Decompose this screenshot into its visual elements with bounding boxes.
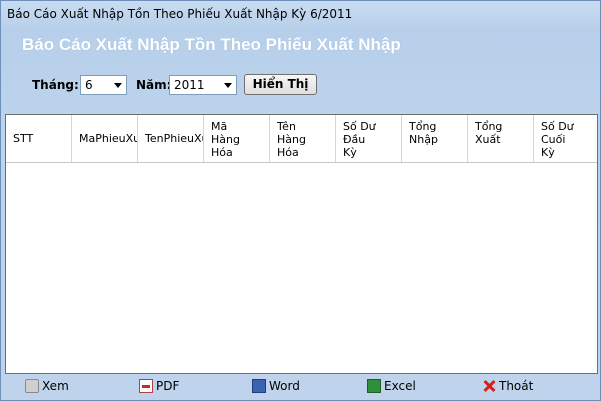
month-label: Tháng: xyxy=(32,78,79,92)
window-title: Báo Cáo Xuất Nhập Tồn Theo Phiếu Xuất Nh… xyxy=(7,7,353,21)
chevron-down-icon[interactable] xyxy=(114,83,122,88)
pdf-icon xyxy=(139,379,153,393)
exit-label: Thoát xyxy=(499,379,534,393)
column-header-tong-nhap[interactable]: Tổng Nhập xyxy=(402,115,468,162)
column-header-ma-hang-hoa[interactable]: Mã Hàng Hóa xyxy=(204,115,270,162)
word-button[interactable]: Word xyxy=(252,379,300,397)
show-button[interactable]: Hiển Thị xyxy=(244,74,317,95)
month-select[interactable]: 6 xyxy=(80,75,127,95)
close-icon xyxy=(482,379,496,393)
month-value: 6 xyxy=(85,78,93,92)
column-header-ma-phieu-xuat[interactable]: MaPhieuXuất xyxy=(72,115,138,162)
column-header-so-du-cuoi-ky[interactable]: Số Dư Cuối Kỳ xyxy=(534,115,597,162)
excel-button[interactable]: Excel xyxy=(367,379,416,397)
report-table[interactable]: STT MaPhieuXuất TenPhieuXuất Mã Hàng Hóa… xyxy=(5,114,598,374)
pdf-label: PDF xyxy=(156,379,180,393)
column-header-stt[interactable]: STT xyxy=(6,115,72,162)
column-header-so-du-dau-ky[interactable]: Số Dư Đầu Kỳ xyxy=(336,115,402,162)
bottom-toolbar: Xem PDF Word Excel Thoát xyxy=(1,377,600,399)
page-title: Báo Cáo Xuất Nhập Tồn Theo Phiếu Xuất Nh… xyxy=(22,35,401,54)
column-header-tong-xuat[interactable]: Tổng Xuất xyxy=(468,115,534,162)
word-label: Word xyxy=(269,379,300,393)
chevron-down-icon[interactable] xyxy=(224,83,232,88)
table-header: STT MaPhieuXuất TenPhieuXuất Mã Hàng Hóa… xyxy=(6,115,597,163)
printer-icon xyxy=(25,379,39,393)
exit-button[interactable]: Thoát xyxy=(482,379,533,397)
excel-label: Excel xyxy=(384,379,416,393)
print-label: Xem xyxy=(42,379,69,393)
year-value: 2011 xyxy=(174,78,205,92)
column-header-ten-hang-hoa[interactable]: Tên Hàng Hóa xyxy=(270,115,336,162)
pdf-button[interactable]: PDF xyxy=(139,379,179,397)
word-icon xyxy=(252,379,266,393)
filter-bar: Tháng: 6 Năm: 2011 Hiển Thị xyxy=(1,73,600,97)
excel-icon xyxy=(367,379,381,393)
column-header-ten-phieu-xuat[interactable]: TenPhieuXuất xyxy=(138,115,204,162)
year-select[interactable]: 2011 xyxy=(169,75,237,95)
print-button[interactable]: Xem xyxy=(25,379,69,397)
report-window: Báo Cáo Xuất Nhập Tồn Theo Phiếu Xuất Nh… xyxy=(0,0,601,401)
year-label: Năm: xyxy=(136,78,172,92)
